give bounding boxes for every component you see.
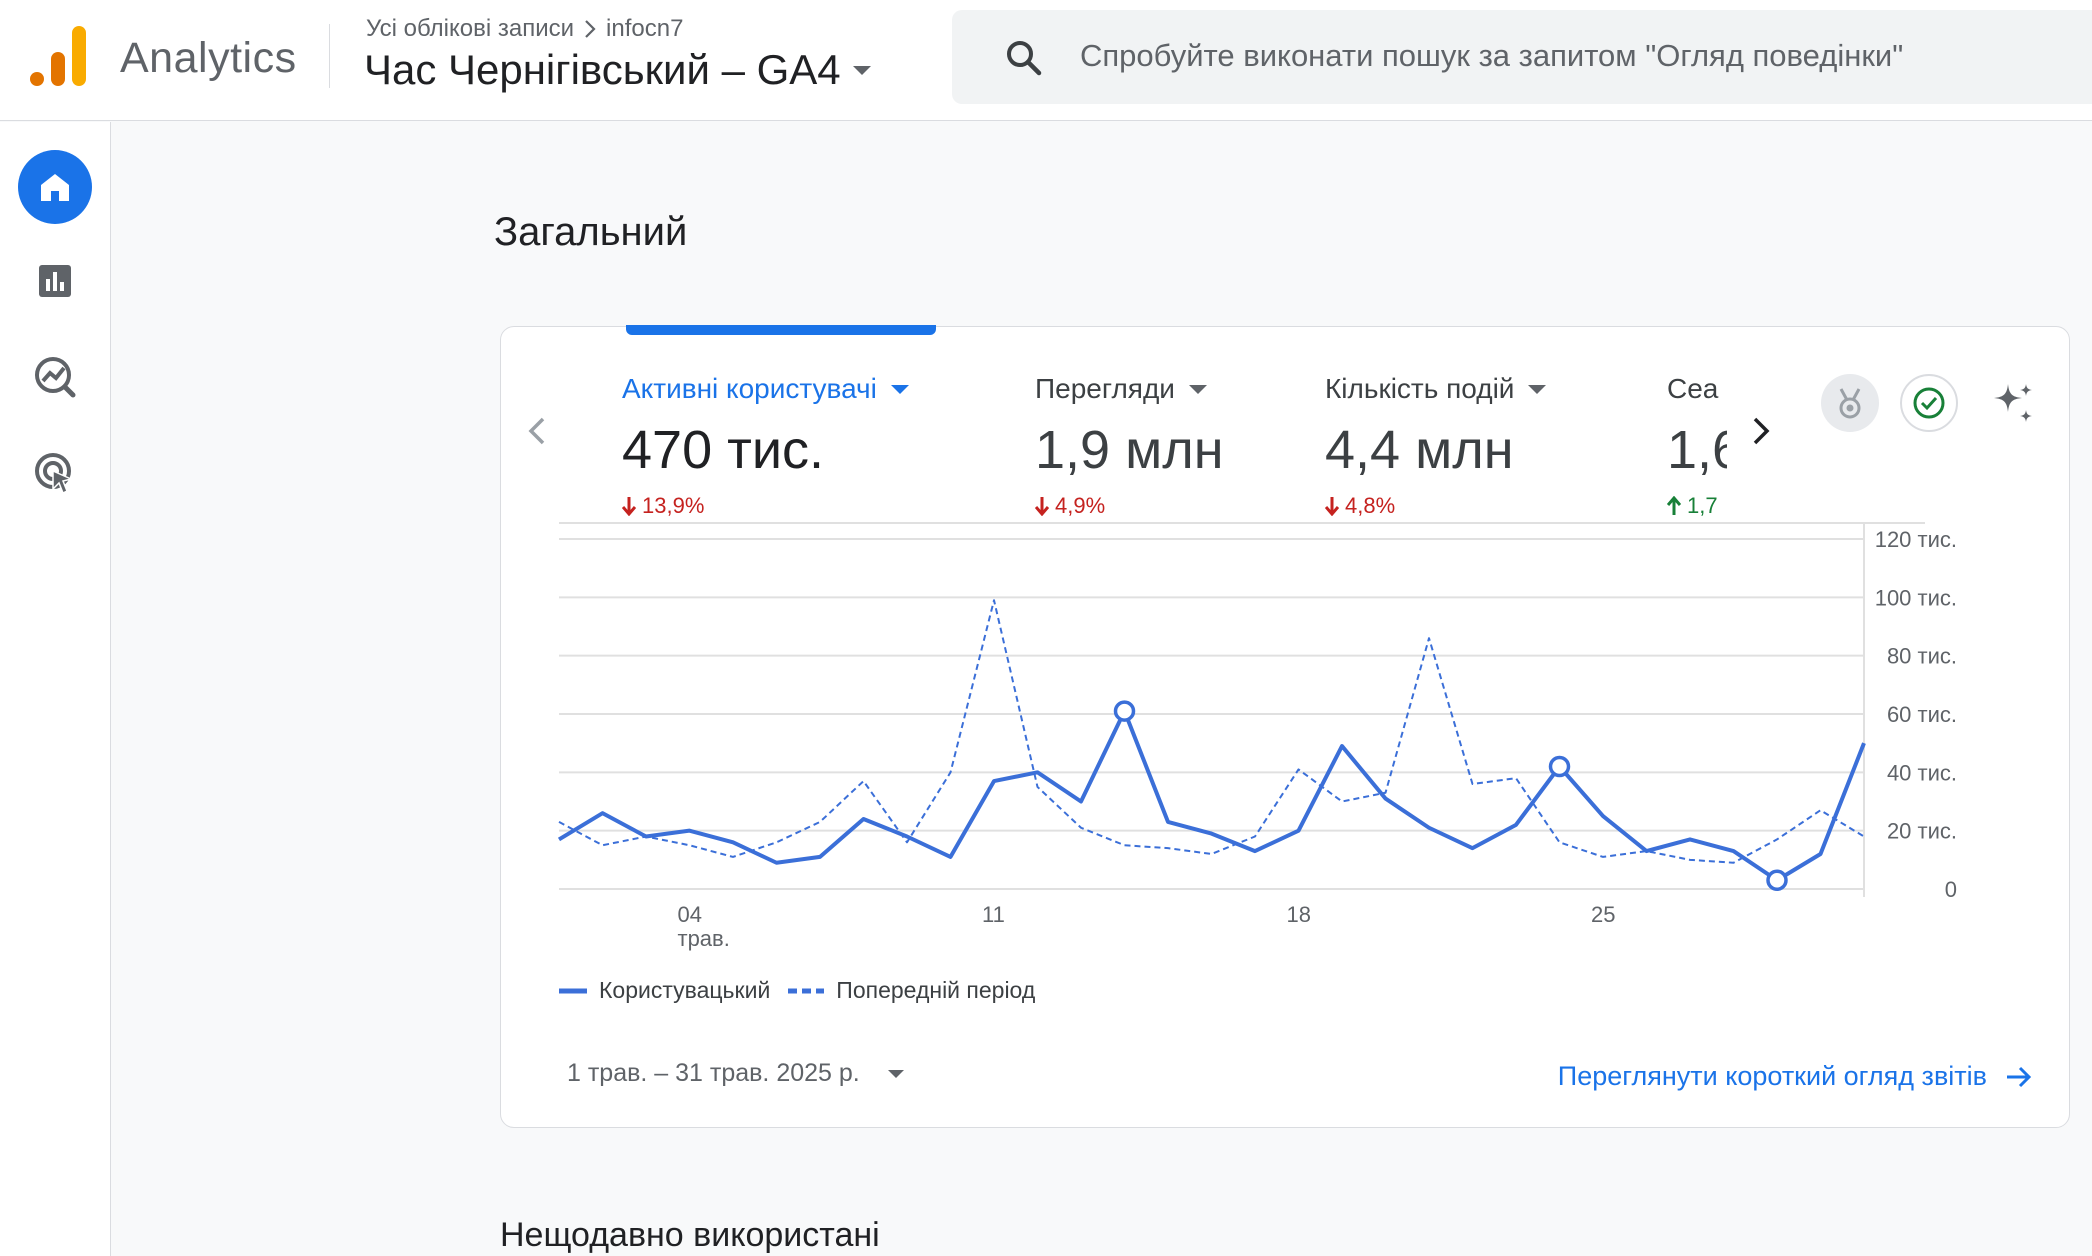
current-period-line bbox=[557, 709, 1866, 883]
date-range-label: 1 трав. – 31 трав. 2025 р. bbox=[567, 1059, 860, 1087]
dashed-line-swatch-icon bbox=[788, 988, 825, 993]
chart-legend: Користувацький Попередній період bbox=[559, 977, 1035, 1004]
x-tick-label: 25 bbox=[1591, 902, 1615, 927]
advertising-icon bbox=[35, 453, 74, 495]
users-line-chart[interactable]: 0 20 тис. 40 тис. 60 тис. 80 тис. 100 тис. 120… bbox=[501, 327, 2071, 967]
legend-previous[interactable]: Попередній період bbox=[788, 977, 1035, 1004]
chevron-right-icon bbox=[585, 20, 596, 38]
explore-icon bbox=[35, 357, 76, 398]
property-selector[interactable]: Час Чернігівський – GA4 bbox=[364, 46, 871, 94]
view-reports-link[interactable]: Переглянути короткий огляд звітів bbox=[1558, 1061, 2033, 1092]
search-icon bbox=[1007, 41, 1042, 76]
y-tick-label: 40 тис. bbox=[1887, 760, 1957, 785]
nav-reports[interactable] bbox=[18, 244, 92, 318]
y-tick-label: 20 тис. bbox=[1887, 819, 1957, 844]
previous-period-line bbox=[558, 599, 1865, 864]
y-tick-label: 100 тис. bbox=[1875, 585, 1957, 610]
nav-explore[interactable] bbox=[18, 340, 92, 414]
overview-card: Активні користувачі 470 тис. 13,9% Перег… bbox=[500, 325, 2071, 1128]
x-tick-label: 04 bbox=[678, 902, 702, 927]
caret-down-icon bbox=[887, 1069, 904, 1078]
legend-current[interactable]: Користувацький bbox=[559, 977, 770, 1004]
date-range-selector[interactable]: 1 трав. – 31 трав. 2025 р. bbox=[567, 1059, 904, 1088]
home-icon bbox=[41, 174, 69, 201]
left-nav bbox=[0, 122, 111, 1256]
breadcrumb[interactable]: Усі облікові записи infocn7 bbox=[366, 15, 683, 43]
legend-label: Користувацький bbox=[599, 977, 771, 1003]
y-tick-label: 60 тис. bbox=[1887, 702, 1957, 727]
data-point-marker bbox=[1548, 755, 1571, 778]
property-name: Час Чернігівський – GA4 bbox=[364, 46, 841, 93]
breadcrumb-account[interactable]: infocn7 bbox=[606, 15, 683, 43]
view-link-label: Переглянути короткий огляд звітів bbox=[1557, 1061, 1987, 1091]
caret-down-icon bbox=[852, 65, 871, 75]
breadcrumb-root[interactable]: Усі облікові записи bbox=[366, 15, 574, 43]
nav-advertising[interactable] bbox=[18, 436, 92, 510]
x-tick-label: 18 bbox=[1287, 902, 1311, 927]
data-point-marker bbox=[1113, 700, 1136, 722]
y-tick-label: 120 тис. bbox=[1875, 527, 1957, 552]
y-tick-label: 0 bbox=[1945, 877, 1957, 902]
y-tick-label: 80 тис. bbox=[1887, 644, 1957, 669]
x-tick-label: 11 bbox=[982, 902, 1005, 927]
page-title: Загальний bbox=[494, 210, 688, 254]
header-divider bbox=[329, 24, 330, 88]
legend-label: Попередній період bbox=[836, 977, 1036, 1003]
app-name: Analytics bbox=[120, 34, 297, 82]
app-header: Analytics Усі облікові записи infocn7 Ча… bbox=[0, 0, 2092, 121]
data-point-marker bbox=[1766, 869, 1788, 891]
recent-section-title: Нещодавно використані bbox=[500, 1216, 880, 1254]
nav-home[interactable] bbox=[18, 150, 92, 224]
solid-line-swatch-icon bbox=[559, 988, 587, 993]
arrow-right-icon bbox=[2007, 1066, 2032, 1087]
search-input[interactable]: Спробуйте виконати пошук за запитом "Огл… bbox=[1080, 38, 1903, 74]
search-bar[interactable]: Спробуйте виконати пошук за запитом "Огл… bbox=[952, 10, 2092, 104]
reports-icon bbox=[39, 265, 71, 297]
x-tick-sublabel: трав. bbox=[678, 926, 730, 951]
analytics-logo-icon[interactable] bbox=[30, 26, 86, 86]
